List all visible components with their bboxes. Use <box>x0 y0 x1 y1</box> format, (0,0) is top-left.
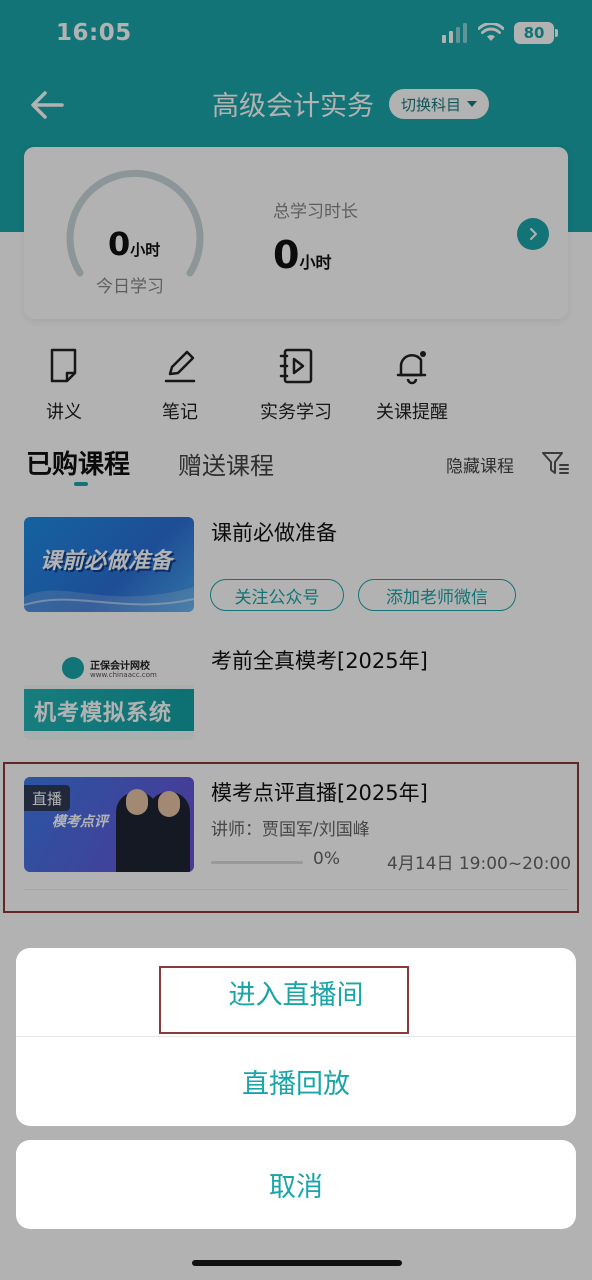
cancel-label: 取消 <box>269 1172 323 1203</box>
live-replay-button[interactable]: 直播回放 <box>16 1037 576 1126</box>
home-indicator[interactable] <box>192 1260 402 1266</box>
live-replay-label: 直播回放 <box>242 1069 350 1100</box>
cancel-button[interactable]: 取消 <box>16 1140 576 1229</box>
highlight-enter-live <box>159 966 409 1034</box>
course-page: 16:05 80 高级会计实务 切换科目 0小时 今日学习 总学习时长 0小时 … <box>0 0 592 1280</box>
